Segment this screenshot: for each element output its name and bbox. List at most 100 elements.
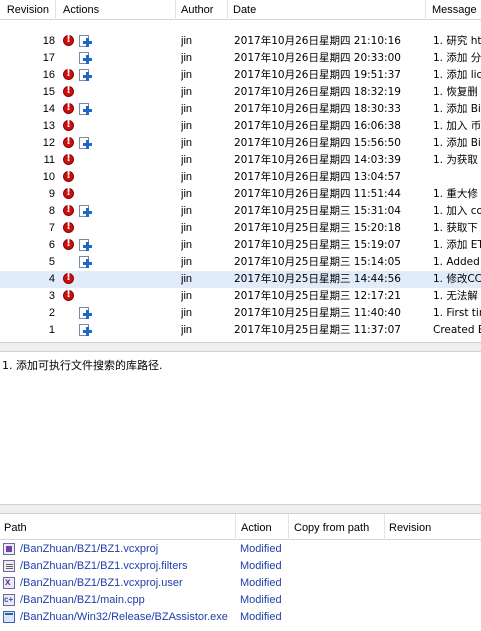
date-cell: 2017年10月25日星期三 11:40:40 [234, 307, 401, 319]
table-row[interactable]: 2 jin 2017年10月25日星期三 11:40:40 1. First tim [0, 305, 481, 322]
revision-cell: 16 [42, 69, 55, 81]
deleted-icon [63, 118, 76, 133]
message-cell: 1. 添加 lic [433, 69, 481, 81]
path-row[interactable]: /BanZhuan/BZ1/BZ1.vcxproj Modified [0, 541, 481, 558]
deleted-icon [63, 84, 76, 99]
user-file-icon [3, 574, 17, 591]
table-row[interactable]: 16 jin 2017年10月26日星期四 19:51:37 1. 添加 lic [0, 67, 481, 84]
revision-cell: 10 [42, 171, 55, 183]
message-column-header[interactable]: Message [427, 0, 481, 20]
actions-cell [63, 67, 173, 84]
table-row[interactable]: 9 jin 2017年10月26日星期四 11:51:44 1. 重大修 [0, 186, 481, 203]
revision-cell: 2 [48, 307, 55, 319]
revision-cell: 9 [48, 188, 55, 200]
date-cell: 2017年10月26日星期四 15:56:50 [234, 137, 401, 149]
table-row[interactable]: 3 jin 2017年10月25日星期三 12:17:21 1. 无法解 [0, 288, 481, 305]
date-cell: 2017年10月26日星期四 21:10:16 [234, 35, 401, 47]
date-cell: 2017年10月25日星期三 11:37:07 [234, 324, 401, 336]
date-cell: 2017年10月25日星期三 14:44:56 [234, 273, 401, 285]
date-column-header[interactable]: Date [228, 0, 426, 20]
actions-cell [63, 152, 173, 169]
table-row[interactable]: 18 jin 2017年10月26日星期四 21:10:16 1. 研究 ht [0, 33, 481, 50]
message-cell: 1. 无法解 [433, 290, 478, 302]
modified-icon [79, 137, 92, 150]
revision-log-table[interactable]: Revision Actions Author Date Message 18 j… [0, 0, 481, 342]
revision-cell: 15 [42, 86, 55, 98]
actions-cell [63, 50, 173, 67]
author-cell: jin [181, 256, 193, 268]
deleted-icon [63, 271, 76, 286]
path-cell[interactable]: /BanZhuan/BZ1/BZ1.vcxproj.filters [20, 558, 188, 575]
table-row[interactable]: 15 jin 2017年10月26日星期四 18:32:19 1. 恢复删 [0, 84, 481, 101]
author-column-header[interactable]: Author [176, 0, 228, 20]
actions-column-header[interactable]: Actions [58, 0, 176, 20]
changed-paths-table[interactable]: Path Action Copy from path Revision /Ban… [0, 514, 481, 631]
revision-cell: 17 [42, 52, 55, 64]
message-cell: 1. 研究 ht [433, 35, 481, 47]
path-cell[interactable]: /BanZhuan/Win32/Release/BZAssistor.exe [20, 609, 228, 626]
cpp-file-icon [3, 591, 17, 608]
message-cell: 1. 加入 co [433, 205, 481, 217]
splitter-top[interactable] [0, 342, 481, 352]
log-header: Revision Actions Author Date Message [0, 0, 481, 20]
deleted-icon [63, 101, 76, 116]
author-cell: jin [181, 273, 193, 285]
table-row[interactable]: 11 jin 2017年10月26日星期四 14:03:39 1. 为获取 [0, 152, 481, 169]
path-cell[interactable]: /BanZhuan/BZ1/BZ1.vcxproj.user [20, 575, 183, 592]
actions-cell [63, 203, 173, 220]
log-message-panel[interactable]: 1. 添加可执行文件搜索的库路径. [0, 352, 481, 504]
table-row[interactable]: 10 jin 2017年10月26日星期四 13:04:57 [0, 169, 481, 186]
path-cell[interactable]: /BanZhuan/BZ1/BZ1.vcxproj [20, 541, 158, 558]
table-row[interactable]: 6 jin 2017年10月25日星期三 15:19:07 1. 添加 ET [0, 237, 481, 254]
revision-cell: 14 [42, 103, 55, 115]
author-cell: jin [181, 307, 193, 319]
date-cell: 2017年10月25日星期三 15:19:07 [234, 239, 401, 251]
date-cell: 2017年10月26日星期四 16:06:38 [234, 120, 401, 132]
path-column-header[interactable]: Path [0, 514, 236, 540]
actions-cell [63, 186, 173, 203]
deleted-icon [63, 186, 76, 201]
table-row[interactable]: 7 jin 2017年10月25日星期三 15:20:18 1. 获取下 [0, 220, 481, 237]
path-row[interactable]: /BanZhuan/BZ1/BZ1.vcxproj.filters Modifie… [0, 558, 481, 575]
revision-cell: 3 [48, 290, 55, 302]
author-cell: jin [181, 290, 193, 302]
author-cell: jin [181, 35, 193, 47]
date-cell: 2017年10月26日星期四 13:04:57 [234, 171, 401, 183]
author-cell: jin [181, 222, 193, 234]
path-row[interactable]: /BanZhuan/Win32/Release/BZAssistor.exe Mo… [0, 609, 481, 626]
deleted-icon [63, 220, 76, 235]
table-row[interactable]: 13 jin 2017年10月26日星期四 16:06:38 1. 加入 币 [0, 118, 481, 135]
message-cell: Created B [433, 324, 481, 336]
modified-icon [79, 35, 92, 48]
table-row[interactable]: 4 jin 2017年10月25日星期三 14:44:56 1. 修改CC [0, 271, 481, 288]
table-row[interactable]: 8 jin 2017年10月25日星期三 15:31:04 1. 加入 co [0, 203, 481, 220]
path-row[interactable]: /BanZhuan/BZ1/main.cpp Modified [0, 591, 481, 609]
table-row[interactable]: 17 jin 2017年10月26日星期四 20:33:00 1. 添加 分 [0, 50, 481, 67]
message-cell: 1. 加入 币 [433, 120, 481, 132]
actions-cell [63, 271, 173, 288]
splitter-bottom[interactable] [0, 504, 481, 514]
table-row[interactable]: 14 jin 2017年10月26日星期四 18:30:33 1. 添加 Bi [0, 101, 481, 118]
revision-cell: 4 [48, 273, 55, 285]
author-cell: jin [181, 324, 193, 336]
author-cell: jin [181, 205, 193, 217]
copy-from-column-header[interactable]: Copy from path [290, 514, 385, 540]
path-cell[interactable]: /BanZhuan/BZ1/main.cpp [20, 592, 145, 609]
revision-cell: 18 [42, 35, 55, 47]
log-rows: 18jin2017年10月26日星期四 21:10:161. 研究 ht17ji… [0, 33, 481, 339]
action-cell: Modified [240, 577, 282, 589]
paths-header: Path Action Copy from path Revision [0, 514, 481, 540]
table-row[interactable]: 1 jin 2017年10月25日星期三 11:37:07 Created B [0, 322, 481, 339]
date-cell: 2017年10月25日星期三 15:14:05 [234, 256, 401, 268]
action-cell: Modified [240, 594, 282, 606]
action-column-header[interactable]: Action [237, 514, 289, 540]
revision-column-header[interactable]: Revision [0, 0, 56, 20]
table-row[interactable]: 12 jin 2017年10月26日星期四 15:56:50 1. 添加 Bi [0, 135, 481, 152]
path-row[interactable]: /BanZhuan/BZ1/BZ1.vcxproj.user Modified [0, 574, 481, 592]
date-cell: 2017年10月25日星期三 15:20:18 [234, 222, 401, 234]
date-cell: 2017年10月26日星期四 18:30:33 [234, 103, 401, 115]
revision-column-header-paths[interactable]: Revision [385, 514, 481, 540]
message-cell [433, 169, 481, 186]
table-row[interactable]: 5 jin 2017年10月25日星期三 15:14:05 1. Added l [0, 254, 481, 271]
message-cell: 1. 获取下 [433, 222, 478, 234]
